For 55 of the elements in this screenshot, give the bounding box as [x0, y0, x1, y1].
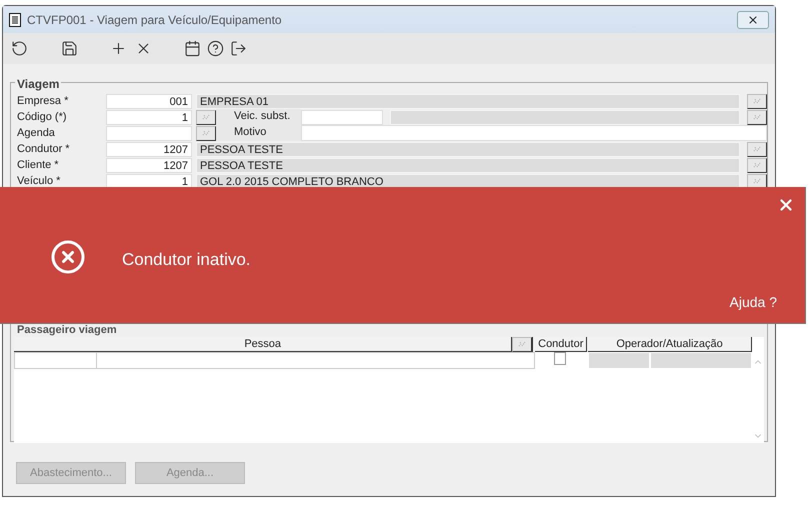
code-field[interactable]: 1207 — [106, 158, 192, 172]
dots-icon — [753, 162, 761, 168]
field-label: Veículo * — [16, 174, 62, 189]
column-header: Pessoa — [14, 337, 512, 352]
save-icon[interactable] — [61, 40, 78, 57]
table-cell[interactable] — [14, 352, 97, 369]
close-button[interactable] — [737, 10, 769, 28]
description-field: EMPRESA 01 — [196, 94, 740, 108]
code-field[interactable]: 1207 — [106, 142, 192, 156]
field-label: Empresa * — [16, 94, 70, 109]
group-title: Passageiro viagem — [15, 324, 119, 336]
dots-icon — [518, 341, 526, 347]
field-label: Código (*) — [16, 110, 68, 125]
calendar-icon[interactable] — [184, 40, 201, 57]
dots-icon — [202, 130, 210, 136]
dots-icon — [753, 114, 761, 120]
error-message: Condutor inativo. — [122, 249, 251, 271]
window-title: CTVFP001 - Viagem para Veículo/Equipamento — [27, 12, 282, 28]
lookup-button[interactable] — [747, 94, 767, 108]
dots-icon — [753, 98, 761, 104]
lookup-button[interactable] — [747, 142, 767, 156]
table-cell — [588, 352, 650, 369]
field-label: Condutor * — [16, 142, 71, 157]
dots-icon — [753, 146, 761, 152]
substitute-field[interactable] — [300, 110, 384, 124]
undo-icon[interactable] — [11, 40, 28, 57]
error-icon — [50, 239, 86, 275]
description-field: GOL 2.0 2015 COMPLETO BRANCO — [196, 174, 740, 188]
lookup-button[interactable] — [512, 336, 532, 352]
field-label: Cliente * — [16, 158, 60, 173]
code-field[interactable]: 1 — [106, 174, 192, 188]
dots-icon — [202, 114, 210, 120]
lookup-button[interactable] — [196, 126, 216, 140]
description-field: PESSOA TESTE — [196, 142, 740, 156]
lookup-button[interactable] — [747, 158, 767, 172]
field-label: Veic. subst. — [216, 109, 301, 125]
add-icon[interactable] — [110, 40, 127, 57]
help-icon[interactable] — [207, 40, 224, 57]
help-link[interactable]: Ajuda ? — [730, 292, 777, 313]
motive-field[interactable] — [300, 125, 767, 141]
checkbox[interactable] — [554, 352, 566, 365]
table-cell[interactable] — [96, 352, 535, 369]
exit-icon[interactable] — [230, 40, 247, 57]
lookup-button[interactable] — [747, 174, 767, 188]
field-label: Agenda — [16, 126, 56, 141]
field-label: Motivo — [216, 125, 301, 141]
description-field: PESSOA TESTE — [196, 158, 740, 172]
code-field[interactable]: 1 — [106, 110, 192, 124]
lookup-button[interactable] — [747, 110, 767, 124]
code-field[interactable] — [106, 126, 192, 140]
document-icon — [9, 12, 21, 26]
lookup-button[interactable] — [196, 110, 216, 124]
close-icon — [747, 14, 759, 26]
code-field[interactable]: 001 — [106, 94, 192, 108]
dots-icon — [753, 178, 761, 184]
